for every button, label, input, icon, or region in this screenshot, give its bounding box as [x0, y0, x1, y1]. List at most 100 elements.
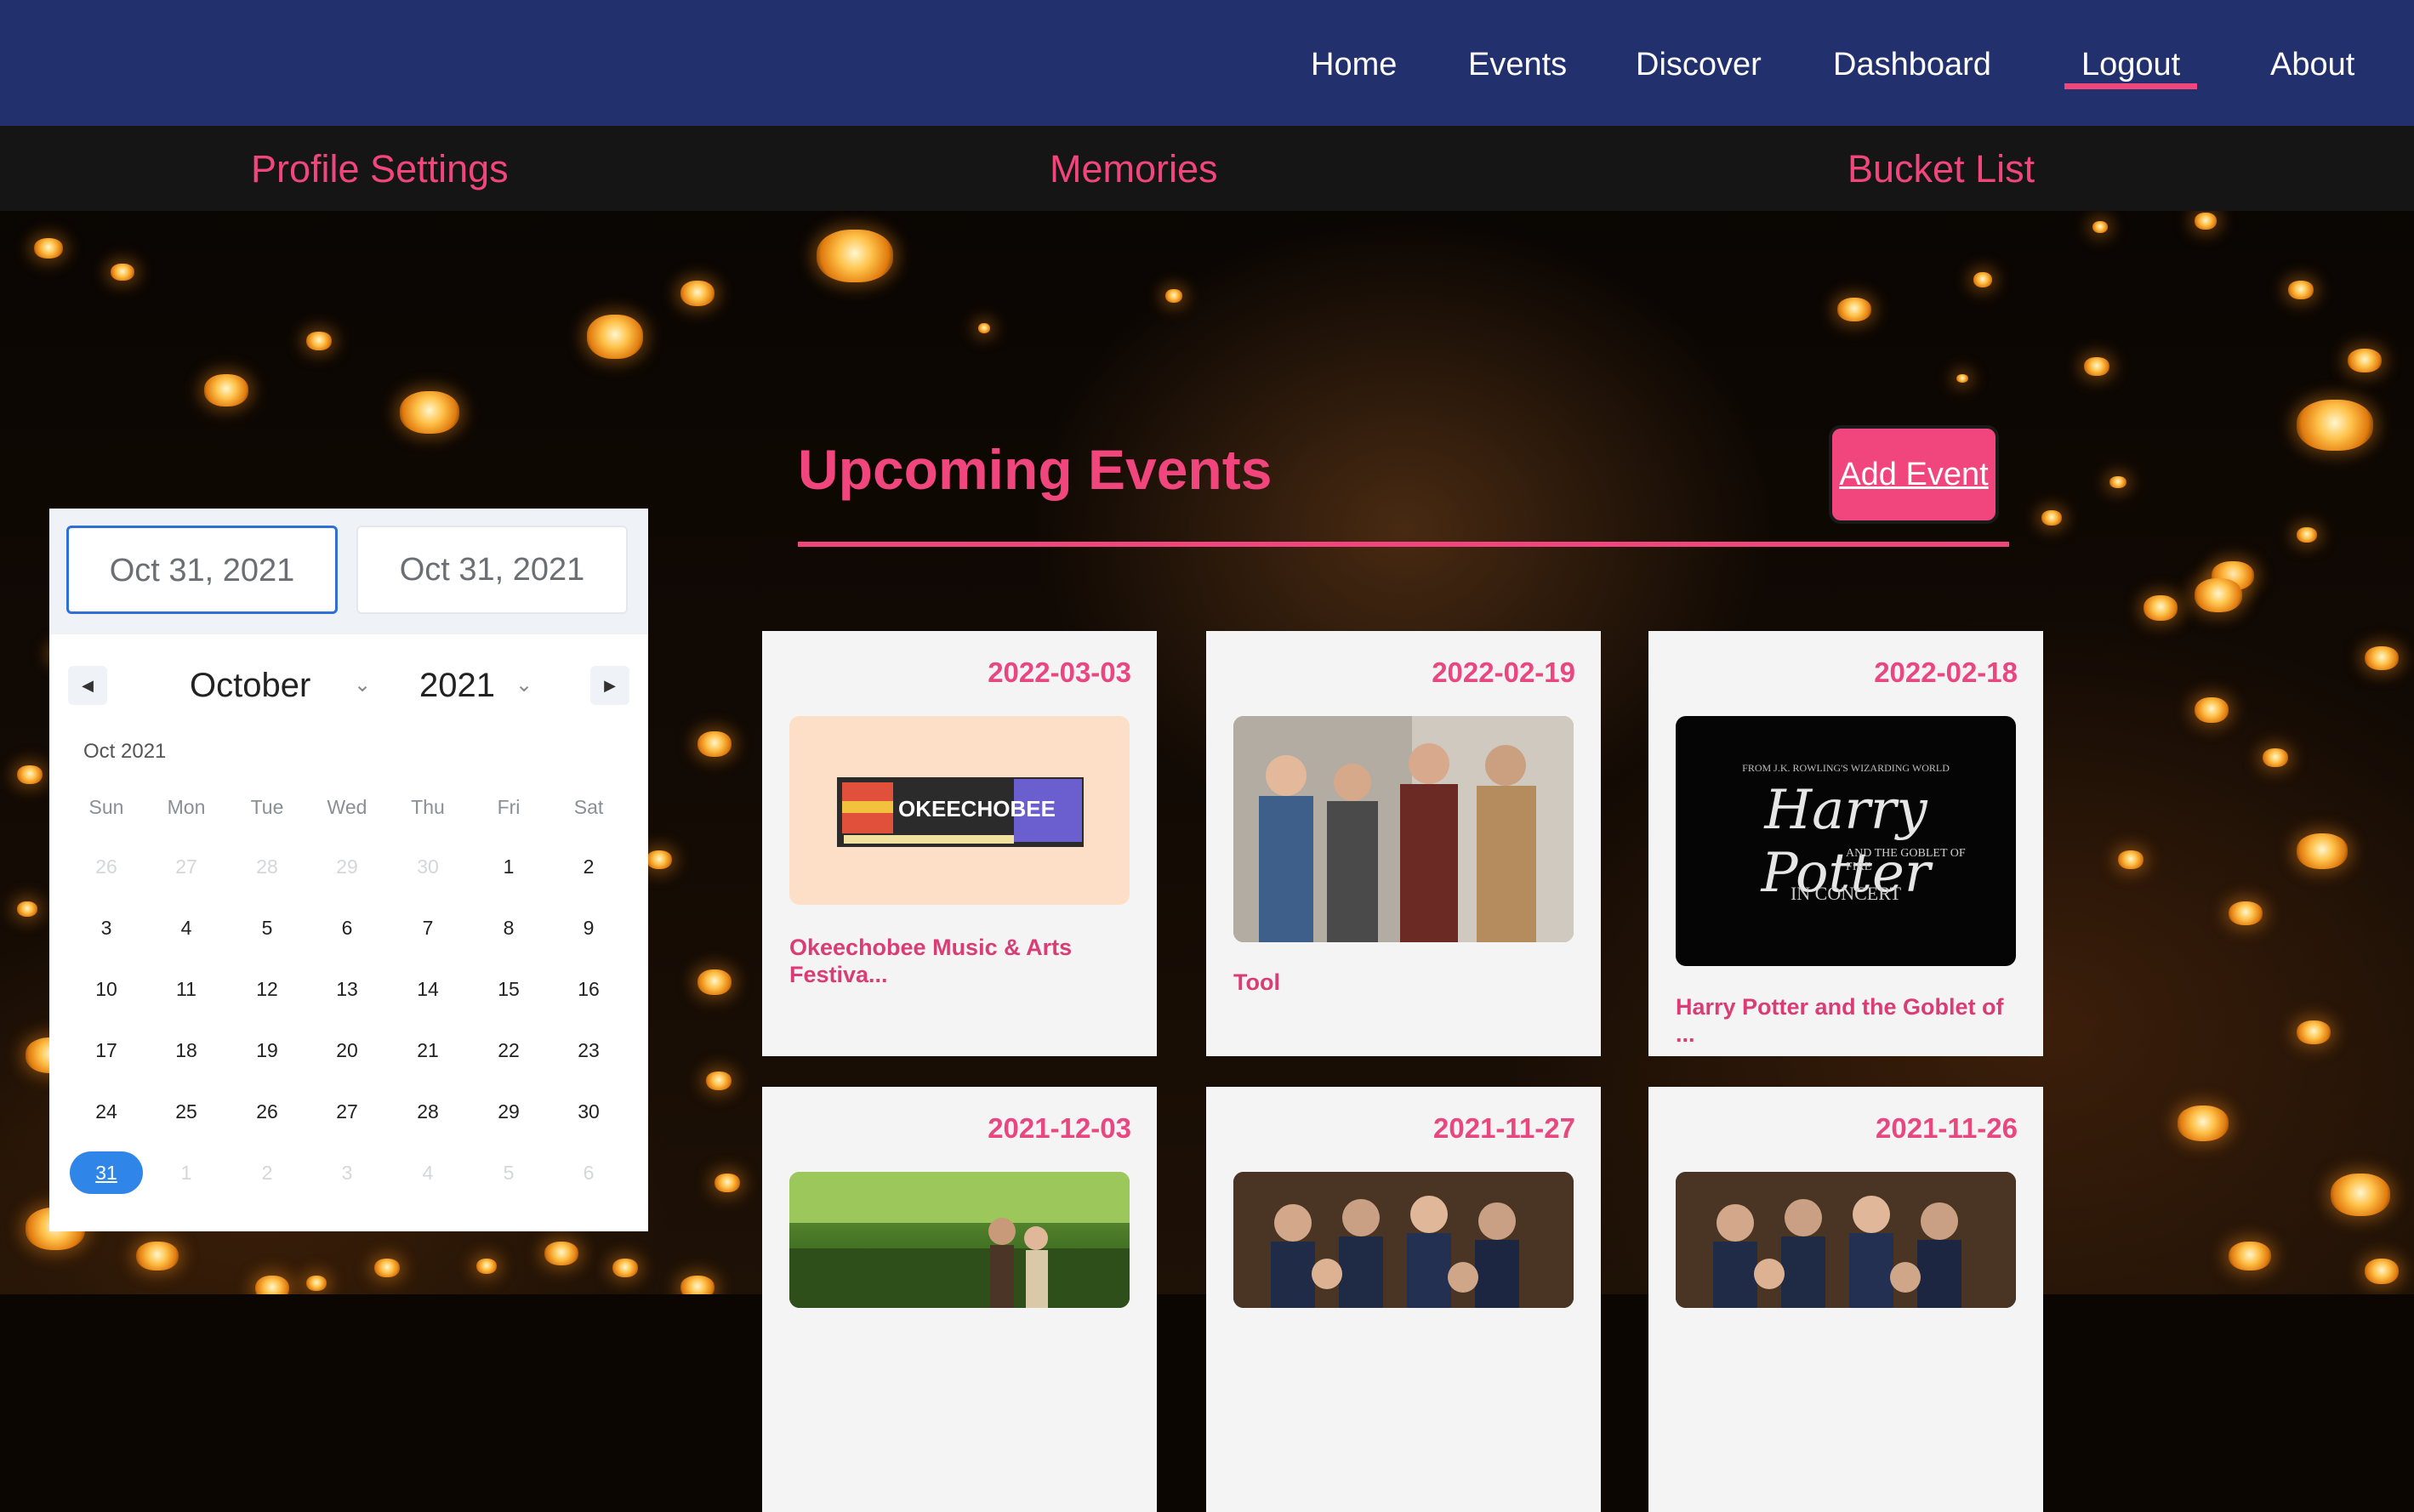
lantern-decoration [306, 1276, 327, 1291]
calendar-day[interactable]: 13 [310, 968, 384, 1010]
calendar-day[interactable]: 10 [70, 968, 143, 1010]
event-date: 2022-02-18 [1874, 657, 2018, 688]
month-select[interactable]: October [190, 662, 310, 709]
calendar-day[interactable]: 2 [552, 845, 625, 888]
end-date-input[interactable]: Oct 31, 2021 [356, 526, 628, 614]
profile-subnav: Profile Settings Memories Bucket List [0, 126, 2414, 211]
calendar-day[interactable]: 15 [472, 968, 545, 1010]
event-date: 2021-11-26 [1876, 1112, 2018, 1144]
nav-discover[interactable]: Discover [1636, 44, 1762, 85]
calendar-day[interactable]: 26 [231, 1090, 304, 1133]
chevron-down-icon[interactable]: ⌄ [515, 662, 532, 709]
event-image-group-photo [1233, 1172, 1574, 1308]
year-select[interactable]: 2021 [419, 662, 495, 709]
event-card[interactable]: 2022-02-19 Tool [1206, 631, 1601, 1056]
weekday-label: Fri [497, 796, 521, 818]
calendar-day[interactable]: 22 [472, 1029, 545, 1071]
event-date: 2021-11-27 [1433, 1112, 1575, 1144]
prev-month-button[interactable]: ◀ [68, 666, 107, 705]
lantern-decoration [2263, 748, 2288, 767]
chevron-down-icon[interactable]: ⌄ [354, 662, 371, 709]
calendar-day[interactable]: 30 [391, 845, 464, 888]
calendar-day[interactable]: 4 [391, 1151, 464, 1194]
event-card[interactable]: 2021-11-26 [1648, 1087, 2043, 1512]
add-event-button[interactable]: Add Event [1829, 425, 1999, 524]
calendar-day[interactable]: 6 [310, 907, 384, 949]
lantern-decoration [680, 281, 715, 306]
calendar-day[interactable]: 12 [231, 968, 304, 1010]
lantern-decoration [2195, 578, 2242, 612]
calendar-day[interactable]: 27 [150, 845, 223, 888]
calendar-day[interactable]: 19 [231, 1029, 304, 1071]
calendar-day[interactable]: 4 [150, 907, 223, 949]
poster-subtitle: AND THE GOBLET OF FIRE [1846, 847, 1966, 873]
calendar-day[interactable]: 1 [472, 845, 545, 888]
subnav-profile-settings[interactable]: Profile Settings [251, 148, 509, 190]
forest-scene-icon [789, 1172, 1130, 1308]
nav-about[interactable]: About [2270, 44, 2354, 85]
lantern-decoration [612, 1259, 638, 1277]
calendar-day[interactable]: 8 [472, 907, 545, 949]
group-photo-icon [1233, 1172, 1574, 1308]
lantern-decoration [646, 850, 672, 869]
event-image-group-photo [1676, 1172, 2016, 1308]
calendar-day[interactable]: 3 [70, 907, 143, 949]
weekday-label: Sun [88, 796, 124, 818]
event-card[interactable]: 2021-11-27 [1206, 1087, 1601, 1512]
date-range-picker: Oct 31, 2021 Oct 31, 2021 ◀ October ⌄ 20… [49, 509, 648, 1231]
event-name[interactable]: Tool [1233, 969, 1574, 996]
event-card[interactable]: 2021-12-03 [762, 1087, 1157, 1512]
calendar-month-caption: Oct 2021 [83, 740, 167, 763]
calendar-day[interactable]: 7 [391, 907, 464, 949]
calendar-day[interactable]: 14 [391, 968, 464, 1010]
calendar-day[interactable]: 1 [150, 1151, 223, 1194]
event-name[interactable]: Harry Potter and the Goblet of ... [1676, 993, 2016, 1048]
calendar-day[interactable]: 26 [70, 845, 143, 888]
nav-home[interactable]: Home [1311, 44, 1397, 85]
weekday-label: Sat [573, 796, 604, 818]
calendar-day[interactable]: 6 [552, 1151, 625, 1194]
lantern-decoration [2331, 1174, 2390, 1216]
calendar-day[interactable]: 2 [231, 1151, 304, 1194]
calendar-day[interactable]: 25 [150, 1090, 223, 1133]
start-date-input[interactable]: Oct 31, 2021 [66, 526, 338, 614]
nav-logout-wrapper: Logout [2064, 44, 2198, 89]
calendar-day[interactable]: 29 [472, 1090, 545, 1133]
subnav-memories[interactable]: Memories [1050, 148, 1218, 190]
caret-right-icon: ▶ [604, 677, 616, 694]
calendar-day[interactable]: 28 [391, 1090, 464, 1133]
nav-events[interactable]: Events [1468, 44, 1567, 85]
calendar-day[interactable]: 16 [552, 968, 625, 1010]
calendar-day[interactable]: 29 [310, 845, 384, 888]
lantern-decoration [2144, 595, 2178, 621]
calendar-day[interactable]: 18 [150, 1029, 223, 1071]
calendar-day[interactable]: 20 [310, 1029, 384, 1071]
event-card[interactable]: 2022-02-18 FROM J.K. ROWLING'S WIZARDING… [1648, 631, 2043, 1056]
lantern-decoration [715, 1174, 740, 1192]
weekday-label: Thu [411, 796, 445, 818]
calendar-day[interactable]: 28 [231, 845, 304, 888]
calendar-day[interactable]: 21 [391, 1029, 464, 1071]
calendar-day[interactable]: 30 [552, 1090, 625, 1133]
lantern-decoration [204, 374, 248, 406]
calendar-day[interactable]: 9 [552, 907, 625, 949]
calendar-day[interactable]: 24 [70, 1090, 143, 1133]
calendar-day[interactable]: 23 [552, 1029, 625, 1071]
calendar-day[interactable]: 3 [310, 1151, 384, 1194]
calendar-day[interactable]: 5 [231, 907, 304, 949]
event-card[interactable]: 2022-03-03 OKEECHOBEE Okeechobee Music &… [762, 631, 1157, 1056]
lantern-decoration [2365, 1259, 2399, 1284]
nav-logout[interactable]: Logout [2081, 44, 2180, 85]
calendar-day[interactable]: 17 [70, 1029, 143, 1071]
calendar-day[interactable]: 11 [150, 968, 223, 1010]
event-name[interactable]: Okeechobee Music & Arts Festiva... [789, 934, 1130, 988]
lantern-decoration [697, 731, 732, 757]
next-month-button[interactable]: ▶ [590, 666, 629, 705]
nav-dashboard[interactable]: Dashboard [1833, 44, 1991, 85]
calendar-day[interactable]: 5 [472, 1151, 545, 1194]
lantern-decoration [697, 969, 732, 995]
lantern-decoration [1956, 374, 1968, 383]
calendar-day[interactable]: 31 [70, 1151, 143, 1194]
subnav-bucket-list[interactable]: Bucket List [1848, 148, 2035, 190]
calendar-day[interactable]: 27 [310, 1090, 384, 1133]
